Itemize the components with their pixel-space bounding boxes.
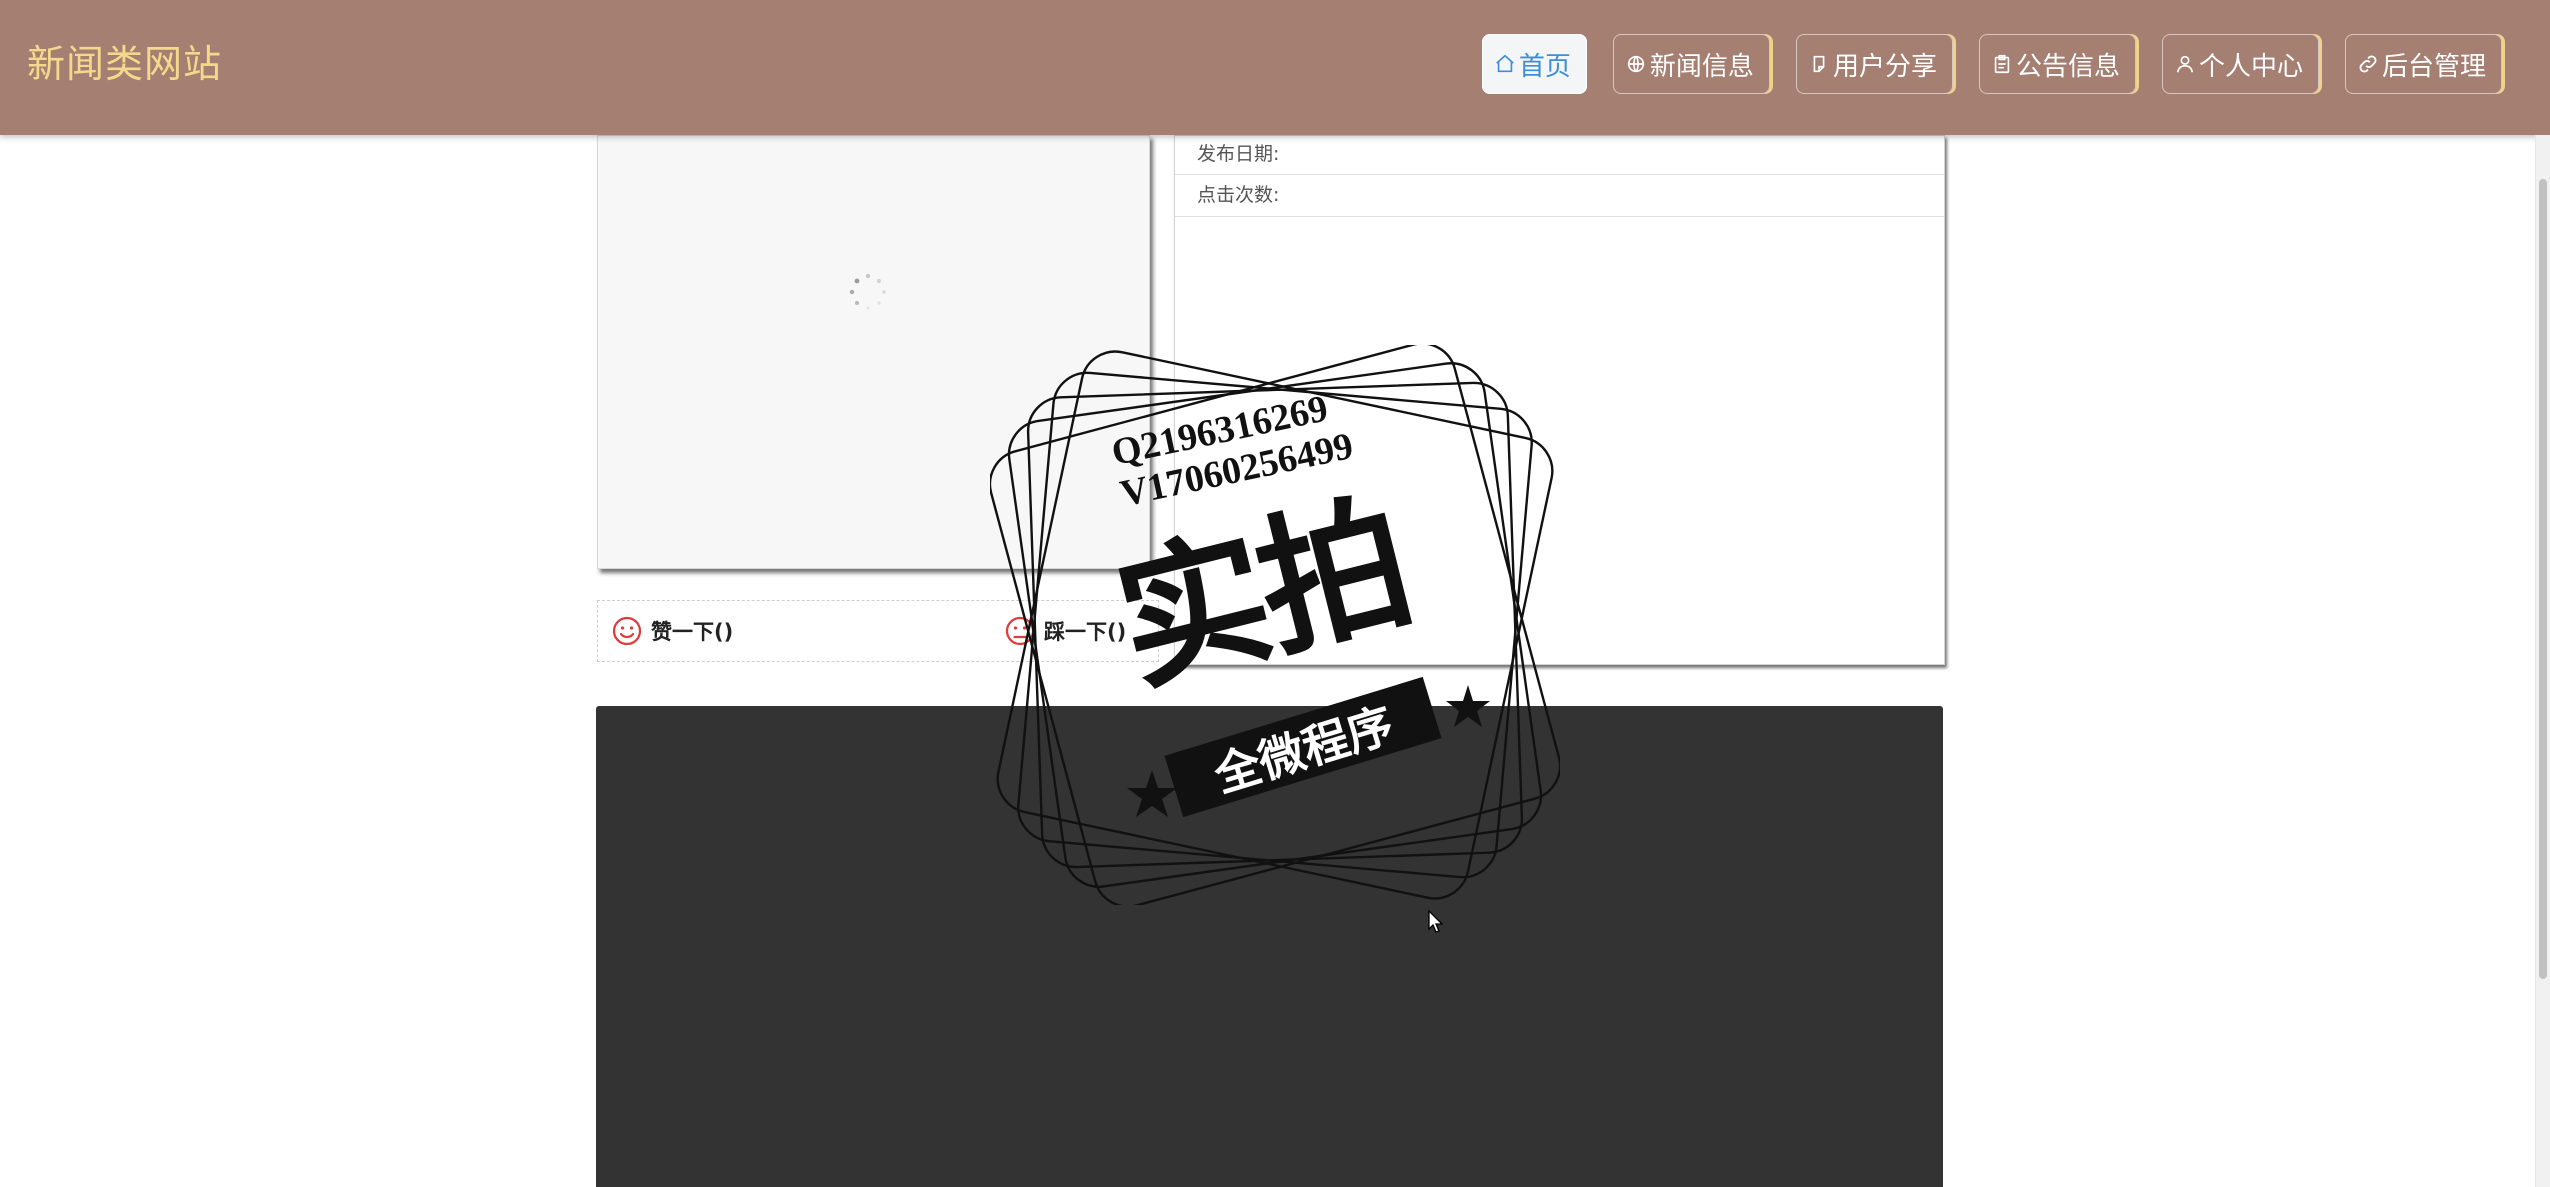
nav-item-label: 个人中心 [2198, 51, 2303, 82]
nav-item-announcements[interactable]: 公告信息 [1978, 34, 2136, 94]
mouse-cursor-icon [1428, 910, 1444, 933]
publish-date-row: 发布日期: [1175, 136, 1944, 175]
nav-item-label: 后台管理 [2381, 51, 2486, 82]
link-icon [2357, 53, 2379, 75]
scrollbar-thumb[interactable] [2539, 179, 2547, 979]
publish-date-label: 发布日期: [1197, 143, 1280, 165]
news-info-panel: 发布日期: 点击次数: [1174, 135, 1945, 665]
user-icon [2174, 53, 2196, 75]
top-header: 新闻类网站 首页 新闻信息 用户分享 公告信息 个人中心 后台管理 [0, 0, 2550, 135]
dislike-button[interactable]: 踩一下() [1004, 615, 1126, 647]
sad-face-icon [1005, 616, 1035, 646]
clipboard-icon [1991, 53, 2013, 75]
click-count-label: 点击次数: [1197, 184, 1280, 206]
nav-item-news[interactable]: 新闻信息 [1612, 34, 1770, 94]
nav-item-label: 用户分享 [1832, 51, 1937, 82]
content-dark-panel [596, 706, 1943, 1187]
loading-spinner-icon [849, 273, 886, 310]
globe-icon [1625, 53, 1647, 75]
dislike-label: 踩一下() [1044, 620, 1127, 644]
vote-bar: 赞一下() 踩一下() [597, 600, 1159, 662]
smile-icon [612, 616, 642, 646]
nav-item-label: 公告信息 [2015, 51, 2120, 82]
main-nav: 首页 新闻信息 用户分享 公告信息 个人中心 后台管理 [1481, 34, 2502, 94]
nav-item-label: 新闻信息 [1649, 51, 1754, 82]
nav-item-user-share[interactable]: 用户分享 [1795, 34, 1953, 94]
click-count-row: 点击次数: [1175, 175, 1944, 217]
nav-item-admin[interactable]: 后台管理 [2344, 34, 2502, 94]
like-button[interactable]: 赞一下() [611, 615, 733, 647]
home-icon [1494, 53, 1516, 75]
nav-item-label: 首页 [1518, 51, 1571, 82]
news-image-frame [597, 135, 1150, 569]
nav-item-home[interactable]: 首页 [1481, 34, 1587, 94]
site-title[interactable]: 新闻类网站 [27, 38, 222, 90]
page-scrollbar[interactable] [2535, 135, 2550, 1187]
like-label: 赞一下() [651, 620, 734, 644]
share-icon [1808, 53, 1830, 75]
nav-item-profile[interactable]: 个人中心 [2161, 34, 2319, 94]
